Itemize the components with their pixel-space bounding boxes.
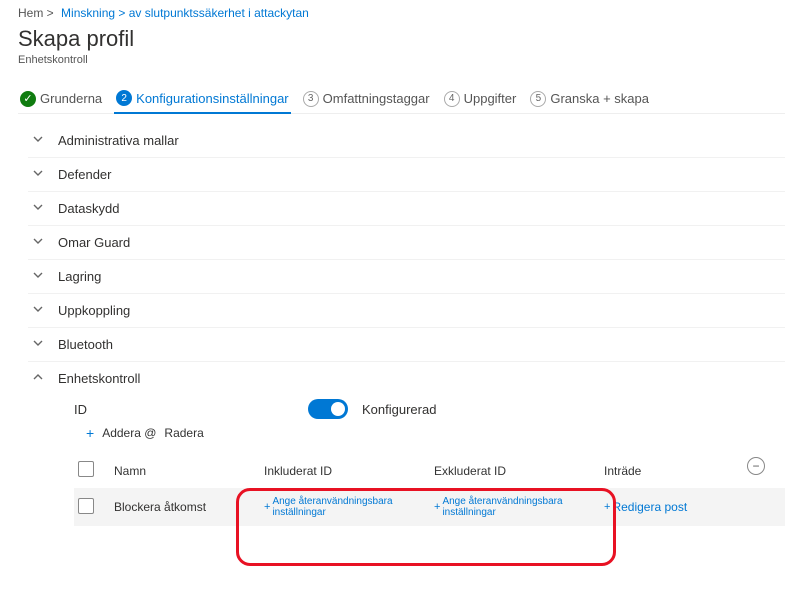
step-number-icon: 3 — [303, 91, 319, 107]
section-defender[interactable]: Defender — [28, 157, 785, 191]
chevron-up-icon — [32, 371, 46, 386]
plus-icon: + — [264, 501, 270, 513]
select-all-checkbox[interactable] — [78, 461, 94, 477]
section-storage[interactable]: Lagring — [28, 259, 785, 293]
page-title: Skapa profil — [18, 26, 785, 52]
settings-section-list: Administrativa mallar Defender Dataskydd… — [28, 124, 785, 536]
chevron-down-icon — [32, 269, 46, 284]
step-number-icon: 5 — [530, 91, 546, 107]
breadcrumb: Hem > Minskning > av slutpunktssäkerhet … — [18, 6, 785, 20]
section-bluetooth[interactable]: Bluetooth — [28, 327, 785, 361]
id-label: ID — [74, 402, 294, 417]
step-review[interactable]: 5 Granska + skapa — [528, 85, 651, 113]
step-assignments[interactable]: 4 Uppgifter — [442, 85, 519, 113]
col-excluded-id: Exkluderat ID — [434, 464, 604, 478]
configured-toggle[interactable] — [308, 399, 348, 419]
chevron-down-icon — [32, 201, 46, 216]
section-data-protection[interactable]: Dataskydd — [28, 191, 785, 225]
chevron-down-icon — [32, 133, 46, 148]
excluded-id-link[interactable]: +Ange återanvändningsbara inställningar — [434, 496, 604, 518]
wizard-stepper: ✓ Grunderna 2 Konfigurationsinställninga… — [18, 84, 785, 114]
device-control-detail: ID Konfigurerad + Addera @ Radera Namn I… — [28, 395, 785, 536]
chevron-down-icon — [32, 337, 46, 352]
add-button[interactable]: Addera @ — [102, 426, 156, 440]
plus-icon: + — [434, 501, 440, 513]
step-scope-tags[interactable]: 3 Omfattningstaggar — [301, 85, 432, 113]
section-device-control[interactable]: Enhetskontroll — [28, 361, 785, 395]
breadcrumb-home[interactable]: Hem > — [18, 6, 54, 20]
step-config[interactable]: 2 Konfigurationsinställningar — [114, 84, 290, 114]
section-connectivity[interactable]: Uppkoppling — [28, 293, 785, 327]
remove-row-button[interactable]: − — [747, 457, 765, 475]
plus-icon: + — [86, 425, 94, 441]
row-checkbox[interactable] — [78, 498, 94, 514]
col-name: Namn — [114, 464, 264, 478]
delete-button[interactable]: Radera — [164, 426, 203, 440]
col-entry: Inträde — [604, 464, 734, 478]
check-icon: ✓ — [20, 91, 36, 107]
rules-table: Namn Inkluderat ID Exkluderat ID Inträde… — [74, 453, 785, 526]
chevron-down-icon — [32, 303, 46, 318]
included-id-link[interactable]: +Ange återanvändningsbara inställningar — [264, 496, 434, 518]
section-omar-guard[interactable]: Omar Guard — [28, 225, 785, 259]
step-number-icon: 4 — [444, 91, 460, 107]
section-admin-templates[interactable]: Administrativa mallar — [28, 124, 785, 157]
edit-entry-link[interactable]: +Redigera post — [604, 500, 734, 514]
chevron-down-icon — [32, 167, 46, 182]
row-name: Blockera åtkomst — [114, 500, 264, 514]
table-row: Blockera åtkomst +Ange återanvändningsba… — [74, 488, 785, 526]
page-subtitle: Enhetskontroll — [18, 54, 785, 66]
chevron-down-icon — [32, 235, 46, 250]
breadcrumb-path[interactable]: Minskning > av slutpunktssäkerhet i atta… — [61, 6, 309, 20]
step-basics[interactable]: ✓ Grunderna — [18, 85, 104, 113]
table-header: Namn Inkluderat ID Exkluderat ID Inträde — [74, 453, 785, 488]
col-included-id: Inkluderat ID — [264, 464, 434, 478]
configured-label: Konfigurerad — [362, 402, 436, 417]
step-number-icon: 2 — [116, 90, 132, 106]
plus-icon: + — [604, 501, 610, 513]
